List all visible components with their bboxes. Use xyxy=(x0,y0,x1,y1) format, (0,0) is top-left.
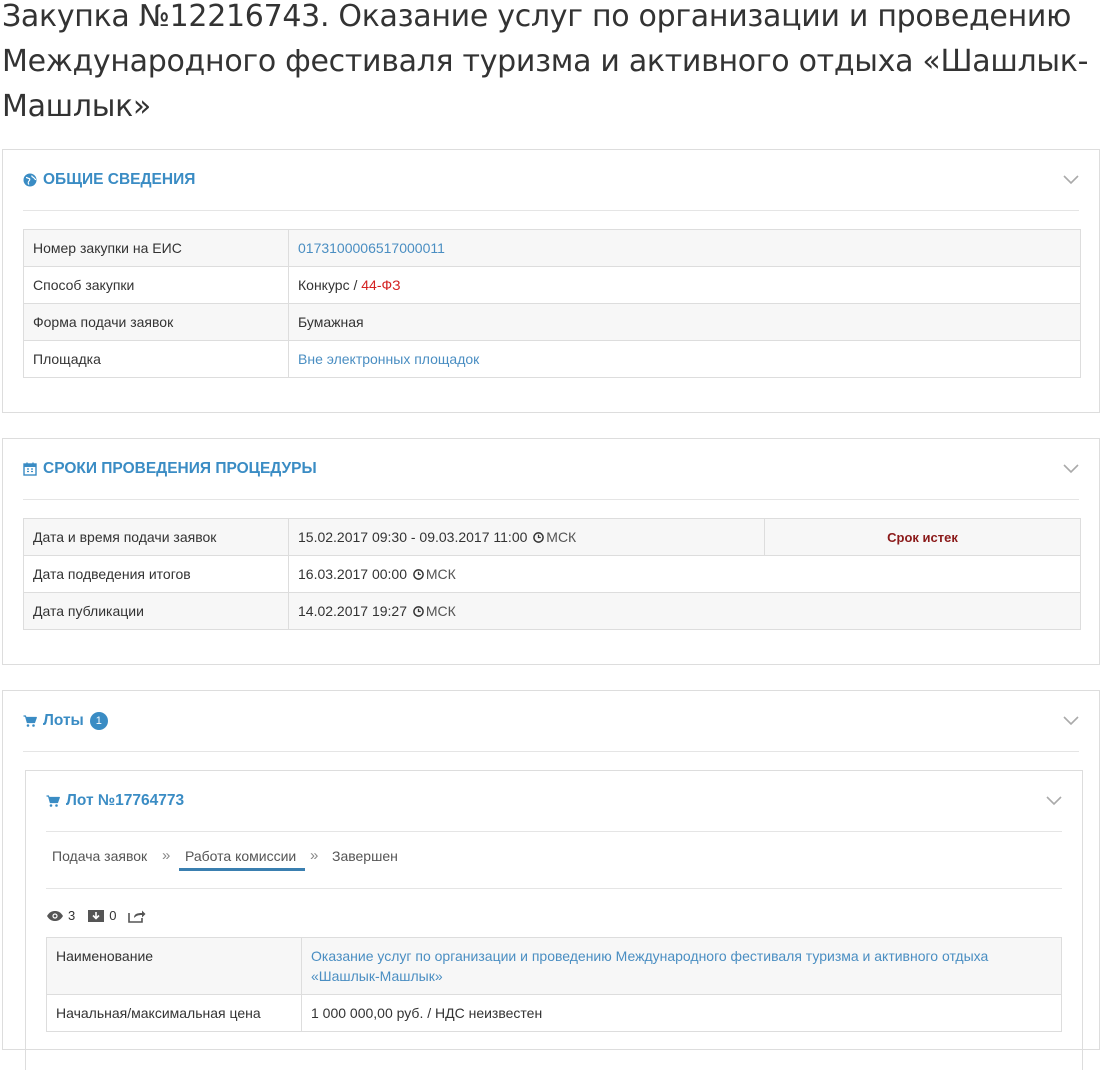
law-label: 44-ФЗ xyxy=(361,277,401,293)
table-row: Номер закупки на ЕИС 0173100006517000011 xyxy=(23,229,1081,267)
page-title: Закупка №12216743. Оказание услуг по орг… xyxy=(2,0,1089,124)
clock-icon xyxy=(413,606,424,617)
lots-count-badge: 1 xyxy=(89,712,108,730)
lot-price: 1 000 000,00 руб. / НДС неизвестен xyxy=(301,994,1062,1032)
chevron-down-icon[interactable] xyxy=(1063,716,1079,726)
row-label: Номер закупки на ЕИС xyxy=(23,229,289,267)
timezone: МСК xyxy=(546,529,577,545)
lot-card: Лот №17764773 Подача заявок » Работа ком… xyxy=(25,770,1083,1070)
status-badge: Срок истек xyxy=(764,518,1081,556)
table-row: Начальная/максимальная цена 1 000 000,00… xyxy=(46,994,1062,1032)
table-row: Форма подачи заявок Бумажная xyxy=(23,303,1081,341)
procurement-method: Конкурс / xyxy=(298,277,362,293)
date-value: 15.02.2017 09:30 - 09.03.2017 11:00 xyxy=(298,529,528,545)
general-info-panel: ОБЩИЕ СВЕДЕНИЯ Номер закупки на ЕИС 0173… xyxy=(2,149,1100,413)
tab-commission[interactable]: Работа комиссии xyxy=(179,848,306,871)
eye-icon xyxy=(47,910,63,921)
row-label: Форма подачи заявок xyxy=(23,303,289,341)
cart-icon xyxy=(46,795,60,807)
cart-icon xyxy=(23,715,37,727)
row-label: Дата подведения итогов xyxy=(23,555,289,593)
lot-header[interactable]: Лот №17764773 xyxy=(46,771,1062,832)
timezone: МСК xyxy=(425,603,456,619)
general-info-table: Номер закупки на ЕИС 0173100006517000011… xyxy=(23,229,1081,378)
clock-icon xyxy=(533,532,545,543)
lot-name-link[interactable]: Оказание услуг по организации и проведен… xyxy=(311,948,988,984)
lot-stats: 3 0 xyxy=(46,908,146,923)
table-row: Дата публикации 14.02.2017 19:27 МСК xyxy=(23,592,1081,630)
row-label: Наименование xyxy=(46,937,302,995)
tab-submission[interactable]: Подача заявок xyxy=(52,848,147,864)
globe-icon xyxy=(23,173,37,187)
chevron-down-icon[interactable] xyxy=(1046,796,1062,806)
table-row: Дата подведения итогов 16.03.2017 00:00 … xyxy=(23,555,1081,593)
share-icon[interactable] xyxy=(128,909,146,923)
row-label: Дата публикации xyxy=(23,592,289,630)
lots-panel: Лоты 1 Лот №17764773 Подача заявок » Раб… xyxy=(2,690,1100,1070)
row-label: Способ закупки xyxy=(23,266,289,304)
lot-title: Лот №17764773 xyxy=(66,792,185,809)
platform-link[interactable]: Вне электронных площадок xyxy=(298,351,479,367)
chevron-double-right-icon: » xyxy=(162,847,171,864)
lots-header[interactable]: Лоты 1 xyxy=(23,691,1079,752)
clock-icon xyxy=(413,569,424,580)
row-label: Начальная/максимальная цена xyxy=(46,994,302,1032)
date-value: 16.03.2017 00:00 xyxy=(298,566,407,582)
tab-completed[interactable]: Завершен xyxy=(332,848,398,864)
date-value: 14.02.2017 19:27 xyxy=(298,603,407,619)
lot-info-table: Наименование Оказание услуг по организац… xyxy=(46,937,1062,1032)
table-row: Наименование Оказание услуг по организац… xyxy=(46,937,1062,995)
table-row: Дата и время подачи заявок 15.02.2017 09… xyxy=(23,518,1081,556)
calendar-icon xyxy=(23,462,37,476)
table-row: Площадка Вне электронных площадок xyxy=(23,340,1081,378)
schedule-panel: СРОКИ ПРОВЕДЕНИЯ ПРОЦЕДУРЫ Дата и время … xyxy=(2,438,1100,665)
submission-form: Бумажная xyxy=(288,303,1081,341)
views-count: 3 xyxy=(68,908,76,923)
schedule-title: СРОКИ ПРОВЕДЕНИЯ ПРОЦЕДУРЫ xyxy=(43,460,317,477)
table-row: Способ закупки Конкурс / 44-ФЗ xyxy=(23,266,1081,304)
chevron-double-right-icon: » xyxy=(310,847,319,864)
lot-stage-tabs: Подача заявок » Работа комиссии » Заверш… xyxy=(46,831,1062,889)
timezone: МСК xyxy=(425,566,456,582)
general-info-header[interactable]: ОБЩИЕ СВЕДЕНИЯ xyxy=(23,150,1079,211)
schedule-table: Дата и время подачи заявок 15.02.2017 09… xyxy=(23,518,1081,630)
chevron-down-icon[interactable] xyxy=(1063,464,1079,474)
downloads-count: 0 xyxy=(109,908,117,923)
row-label: Дата и время подачи заявок xyxy=(23,518,289,556)
schedule-header[interactable]: СРОКИ ПРОВЕДЕНИЯ ПРОЦЕДУРЫ xyxy=(23,439,1079,500)
lots-title: Лоты xyxy=(43,712,84,729)
eis-number-link[interactable]: 0173100006517000011 xyxy=(298,240,445,256)
general-info-title: ОБЩИЕ СВЕДЕНИЯ xyxy=(43,171,196,188)
row-label: Площадка xyxy=(23,340,289,378)
download-icon xyxy=(88,909,105,922)
chevron-down-icon[interactable] xyxy=(1063,175,1079,185)
